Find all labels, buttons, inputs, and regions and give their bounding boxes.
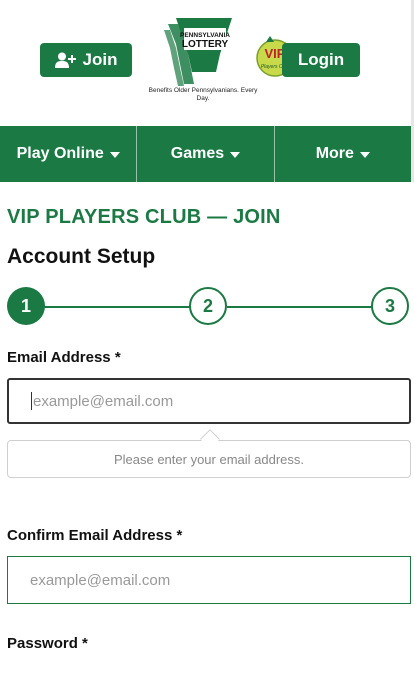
- validation-tooltip: Please enter your email address.: [7, 429, 411, 478]
- step-connector: [44, 306, 191, 308]
- logo-line2: LOTTERY: [182, 39, 229, 50]
- nav-more[interactable]: More: [275, 126, 411, 182]
- logo-tagline: Benefits Older Pennsylvanians. Every Day…: [148, 87, 258, 102]
- logo-line1: PENNSYLVANIA: [180, 32, 230, 39]
- login-label: Login: [297, 50, 345, 69]
- step-1: 1: [7, 287, 45, 325]
- email-label: Email Address *: [7, 349, 121, 366]
- page-title: VIP PLAYERS CLUB — JOIN: [7, 206, 281, 228]
- confirm-email-placeholder: example@email.com: [30, 571, 171, 589]
- nav-label: Play Online: [16, 145, 104, 162]
- password-label: Password *: [7, 635, 88, 652]
- nav-label: Games: [170, 145, 225, 162]
- step-connector: [227, 306, 373, 308]
- chevron-down-icon: [230, 152, 241, 158]
- step-2: 2: [189, 287, 227, 325]
- section-title: Account Setup: [7, 245, 156, 268]
- pa-lottery-logo[interactable]: PENNSYLVANIA LOTTERY: [158, 14, 250, 122]
- confirm-email-field[interactable]: example@email.com: [7, 556, 411, 604]
- text-cursor: [31, 392, 32, 410]
- chevron-down-icon: [359, 152, 370, 158]
- nav-label: More: [315, 145, 354, 162]
- chevron-down-icon: [109, 152, 120, 158]
- login-button[interactable]: Login: [282, 43, 360, 77]
- nav-games[interactable]: Games: [137, 126, 275, 182]
- join-button[interactable]: Join: [40, 43, 132, 77]
- add-user-icon: [54, 52, 77, 68]
- progress-stepper: 1 2 3: [0, 287, 414, 327]
- main-nav: Play Online Games More: [0, 126, 414, 182]
- step-3: 3: [371, 287, 409, 325]
- email-field[interactable]: example@email.com: [7, 378, 411, 424]
- site-header: Join PENNSYLVANIA LOTTERY Benefits Older…: [0, 0, 414, 126]
- nav-play-online[interactable]: Play Online: [0, 126, 138, 182]
- email-placeholder: example@email.com: [33, 392, 174, 410]
- confirm-email-label: Confirm Email Address *: [7, 527, 183, 544]
- join-label: Join: [82, 50, 118, 69]
